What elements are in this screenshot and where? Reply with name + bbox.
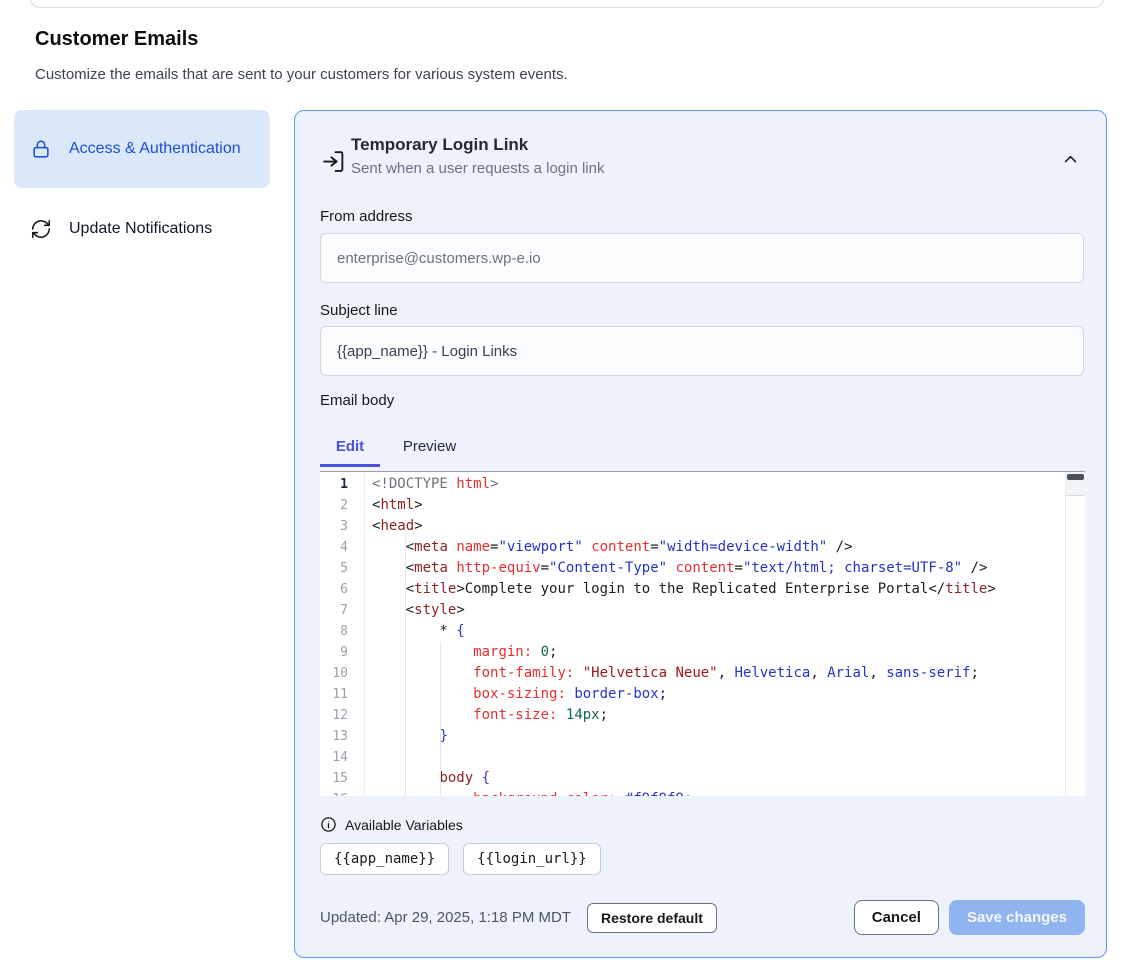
tab-preview[interactable]: Preview — [380, 431, 479, 467]
indent-guide — [405, 537, 406, 796]
sidebar-item-label: Access & Authentication — [69, 137, 241, 161]
email-body-tabs: Edit Preview — [320, 431, 479, 467]
code-line: 16 background-color: #f9f9f9; — [320, 789, 1085, 796]
code-line: 14 — [320, 747, 1085, 768]
save-changes-button[interactable]: Save changes — [949, 900, 1085, 935]
available-variables-label: Available Variables — [345, 817, 463, 833]
restore-default-button[interactable]: Restore default — [587, 903, 717, 933]
code-line-text: <meta http-equiv="Content-Type" content=… — [364, 558, 987, 579]
sidebar: Access & Authentication Update Notificat… — [14, 110, 270, 253]
line-number: 10 — [320, 663, 364, 684]
line-number: 8 — [320, 621, 364, 642]
code-line: 7 <style> — [320, 600, 1085, 621]
code-line: 8 * { — [320, 621, 1085, 642]
sidebar-item-access-authentication[interactable]: Access & Authentication — [14, 110, 270, 188]
code-line-text: font-size: 14px; — [364, 705, 608, 726]
line-number: 6 — [320, 579, 364, 600]
code-line-text: <meta name="viewport" content="width=dev… — [364, 537, 853, 558]
collapse-button[interactable] — [1055, 145, 1085, 173]
code-line-text: <style> — [364, 600, 465, 621]
updated-timestamp: Updated: Apr 29, 2025, 1:18 PM MDT — [320, 909, 571, 926]
code-line-text — [364, 747, 372, 768]
line-number: 16 — [320, 789, 364, 796]
variable-chip[interactable]: {{login_url}} — [463, 843, 601, 875]
code-line-text: margin: 0; — [364, 642, 557, 663]
info-icon — [320, 816, 337, 833]
code-line-text: font-family: "Helvetica Neue", Helvetica… — [364, 663, 979, 684]
line-number: 14 — [320, 747, 364, 768]
code-line: 1<!DOCTYPE html> — [320, 474, 1085, 495]
indent-guide — [440, 642, 441, 796]
page-title: Customer Emails — [35, 28, 198, 51]
line-number: 9 — [320, 642, 364, 663]
email-body-label: Email body — [320, 392, 394, 409]
code-line-text: box-sizing: border-box; — [364, 684, 667, 705]
card-footer: Updated: Apr 29, 2025, 1:18 PM MDT Resto… — [320, 900, 1085, 935]
line-number: 12 — [320, 705, 364, 726]
code-line-text: <title>Complete your login to the Replic… — [364, 579, 996, 600]
code-line: 15 body { — [320, 768, 1085, 789]
code-line: 4 <meta name="viewport" content="width=d… — [320, 537, 1085, 558]
code-line-text: background-color: #f9f9f9; — [364, 789, 692, 796]
refresh-icon — [30, 218, 52, 240]
editor-scrollbar[interactable] — [1065, 472, 1085, 796]
scrollbar-thumb[interactable] — [1067, 474, 1084, 480]
code-line: 12 font-size: 14px; — [320, 705, 1085, 726]
line-number: 1 — [320, 474, 364, 495]
previous-card-bottom-edge — [30, 0, 1104, 8]
from-address-input[interactable] — [320, 233, 1084, 283]
code-line: 3<head> — [320, 516, 1085, 537]
code-line: 2<html> — [320, 495, 1085, 516]
code-line: 9 margin: 0; — [320, 642, 1085, 663]
card-title: Temporary Login Link — [351, 135, 604, 155]
code-line-text: * { — [364, 621, 465, 642]
line-number: 4 — [320, 537, 364, 558]
line-number: 5 — [320, 558, 364, 579]
chevron-up-icon — [1062, 151, 1079, 168]
subject-line-label: Subject line — [320, 302, 398, 319]
code-line-text: body { — [364, 768, 490, 789]
code-line: 6 <title>Complete your login to the Repl… — [320, 579, 1085, 600]
code-line-text: <html> — [364, 495, 423, 516]
line-number: 3 — [320, 516, 364, 537]
email-template-card: Temporary Login Link Sent when a user re… — [294, 110, 1107, 958]
line-number: 13 — [320, 726, 364, 747]
code-line: 13 } — [320, 726, 1085, 747]
code-line-text: <head> — [364, 516, 423, 537]
sidebar-item-label: Update Notifications — [69, 217, 212, 241]
variable-chips: {{app_name}} {{login_url}} — [320, 843, 601, 875]
line-number: 11 — [320, 684, 364, 705]
card-subtitle: Sent when a user requests a login link — [351, 160, 604, 177]
tab-edit[interactable]: Edit — [320, 431, 380, 467]
line-number: 2 — [320, 495, 364, 516]
code-line: 5 <meta http-equiv="Content-Type" conten… — [320, 558, 1085, 579]
code-line: 10 font-family: "Helvetica Neue", Helvet… — [320, 663, 1085, 684]
sidebar-item-update-notifications[interactable]: Update Notifications — [14, 205, 270, 253]
line-number: 15 — [320, 768, 364, 789]
variable-chip[interactable]: {{app_name}} — [320, 843, 449, 875]
available-variables-row: Available Variables — [320, 816, 463, 833]
code-line-text: <!DOCTYPE html> — [364, 474, 498, 495]
from-address-label: From address — [320, 208, 413, 225]
line-number: 7 — [320, 600, 364, 621]
page-description: Customize the emails that are sent to yo… — [35, 66, 568, 83]
lock-icon — [30, 138, 52, 160]
subject-line-input[interactable] — [320, 326, 1084, 376]
cancel-button[interactable]: Cancel — [854, 900, 939, 935]
code-editor[interactable]: 1<!DOCTYPE html>2<html>3<head>4 <meta na… — [320, 471, 1085, 796]
code-line: 11 box-sizing: border-box; — [320, 684, 1085, 705]
login-icon — [321, 149, 346, 174]
